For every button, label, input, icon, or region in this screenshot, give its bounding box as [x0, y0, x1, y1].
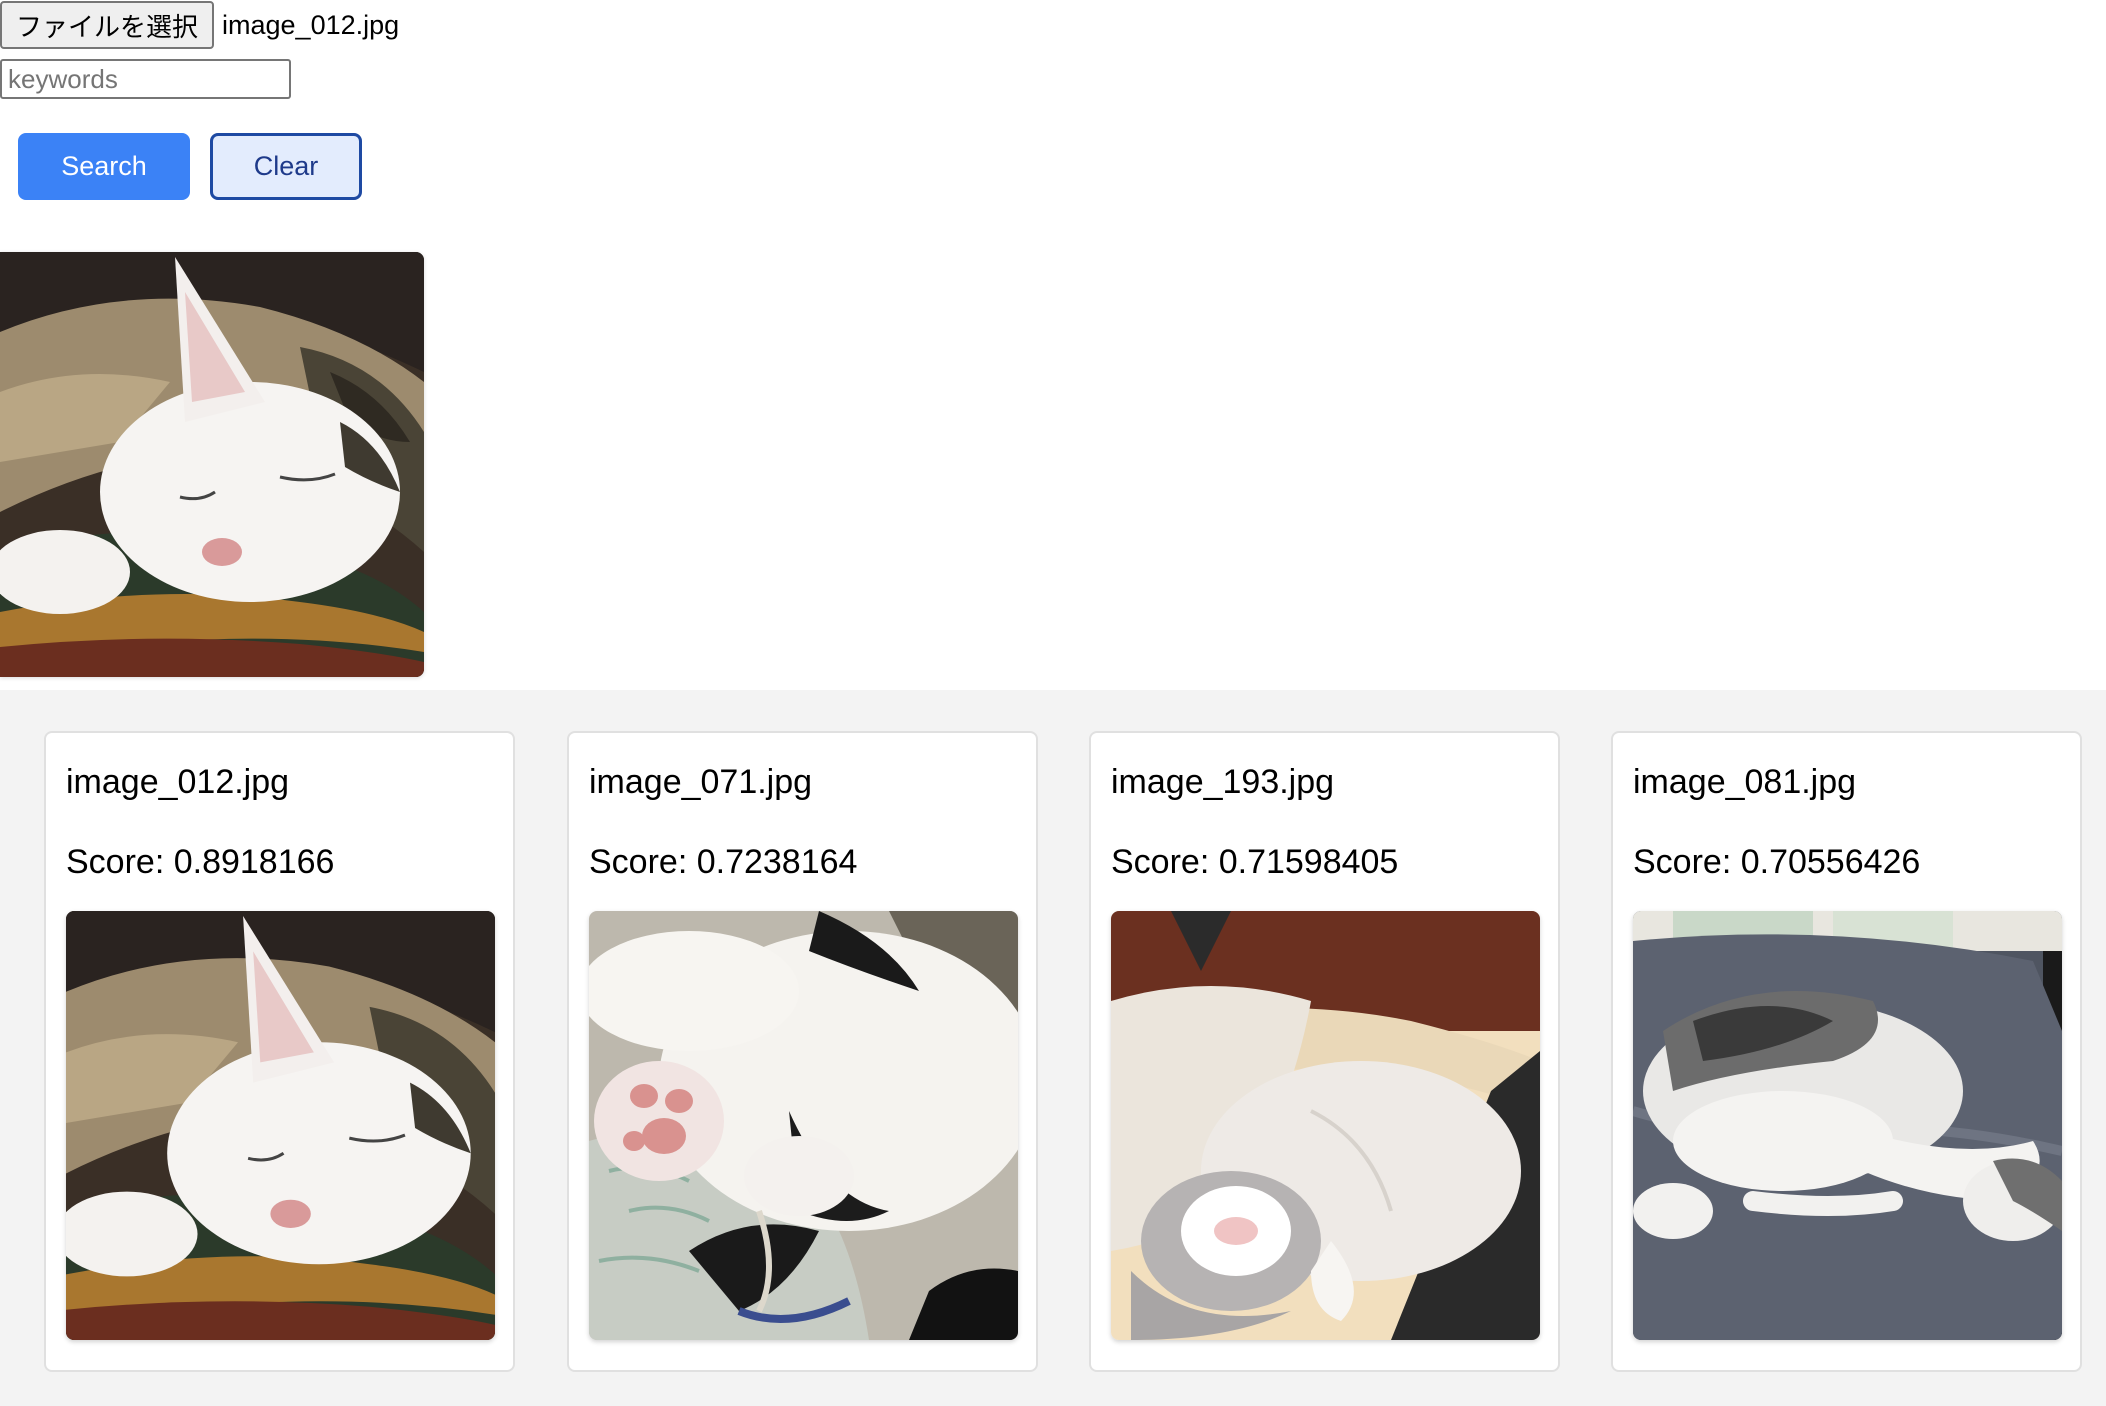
result-card[interactable]: image_081.jpg Score: 0.70556426: [1611, 731, 2082, 1372]
query-image-preview: [0, 252, 424, 677]
result-card[interactable]: image_193.jpg Score: 0.71598405: [1089, 731, 1560, 1372]
selected-file-name: image_012.jpg: [222, 9, 400, 40]
clear-button[interactable]: Clear: [210, 133, 362, 200]
keywords-input[interactable]: [0, 59, 291, 99]
page: ファイルを選択 image_012.jpg Search Clear: [0, 0, 2106, 1406]
result-image: [589, 911, 1018, 1340]
result-card[interactable]: image_071.jpg Score: 0.7238164: [567, 731, 1038, 1372]
result-file-name: image_081.jpg: [1633, 763, 1857, 801]
result-score: Score: 0.71598405: [1111, 843, 1399, 881]
result-card[interactable]: image_012.jpg Score: 0.8918166: [44, 731, 515, 1372]
results-grid: image_012.jpg Score: 0.8918166 image_071…: [0, 690, 2106, 1406]
result-image: [1111, 911, 1540, 1340]
result-file-name: image_012.jpg: [66, 763, 290, 801]
file-input: ファイルを選択 image_012.jpg: [0, 0, 399, 50]
result-file-name: image_193.jpg: [1111, 763, 1335, 801]
choose-file-button[interactable]: ファイルを選択: [0, 1, 215, 49]
sleeping-cat-photo: [0, 252, 424, 677]
sleeping-cat-photo: [66, 911, 495, 1340]
result-score: Score: 0.70556426: [1633, 843, 1921, 881]
sleeping-cat-photo: [1633, 911, 2062, 1340]
sleeping-cat-photo: [589, 911, 1018, 1340]
result-score: Score: 0.7238164: [589, 843, 858, 881]
search-button[interactable]: Search: [18, 133, 190, 200]
result-file-name: image_071.jpg: [589, 763, 813, 801]
result-score: Score: 0.8918166: [66, 843, 335, 881]
sleeping-cat-photo: [1111, 911, 1540, 1340]
result-image: [1633, 911, 2062, 1340]
result-image: [66, 911, 495, 1340]
